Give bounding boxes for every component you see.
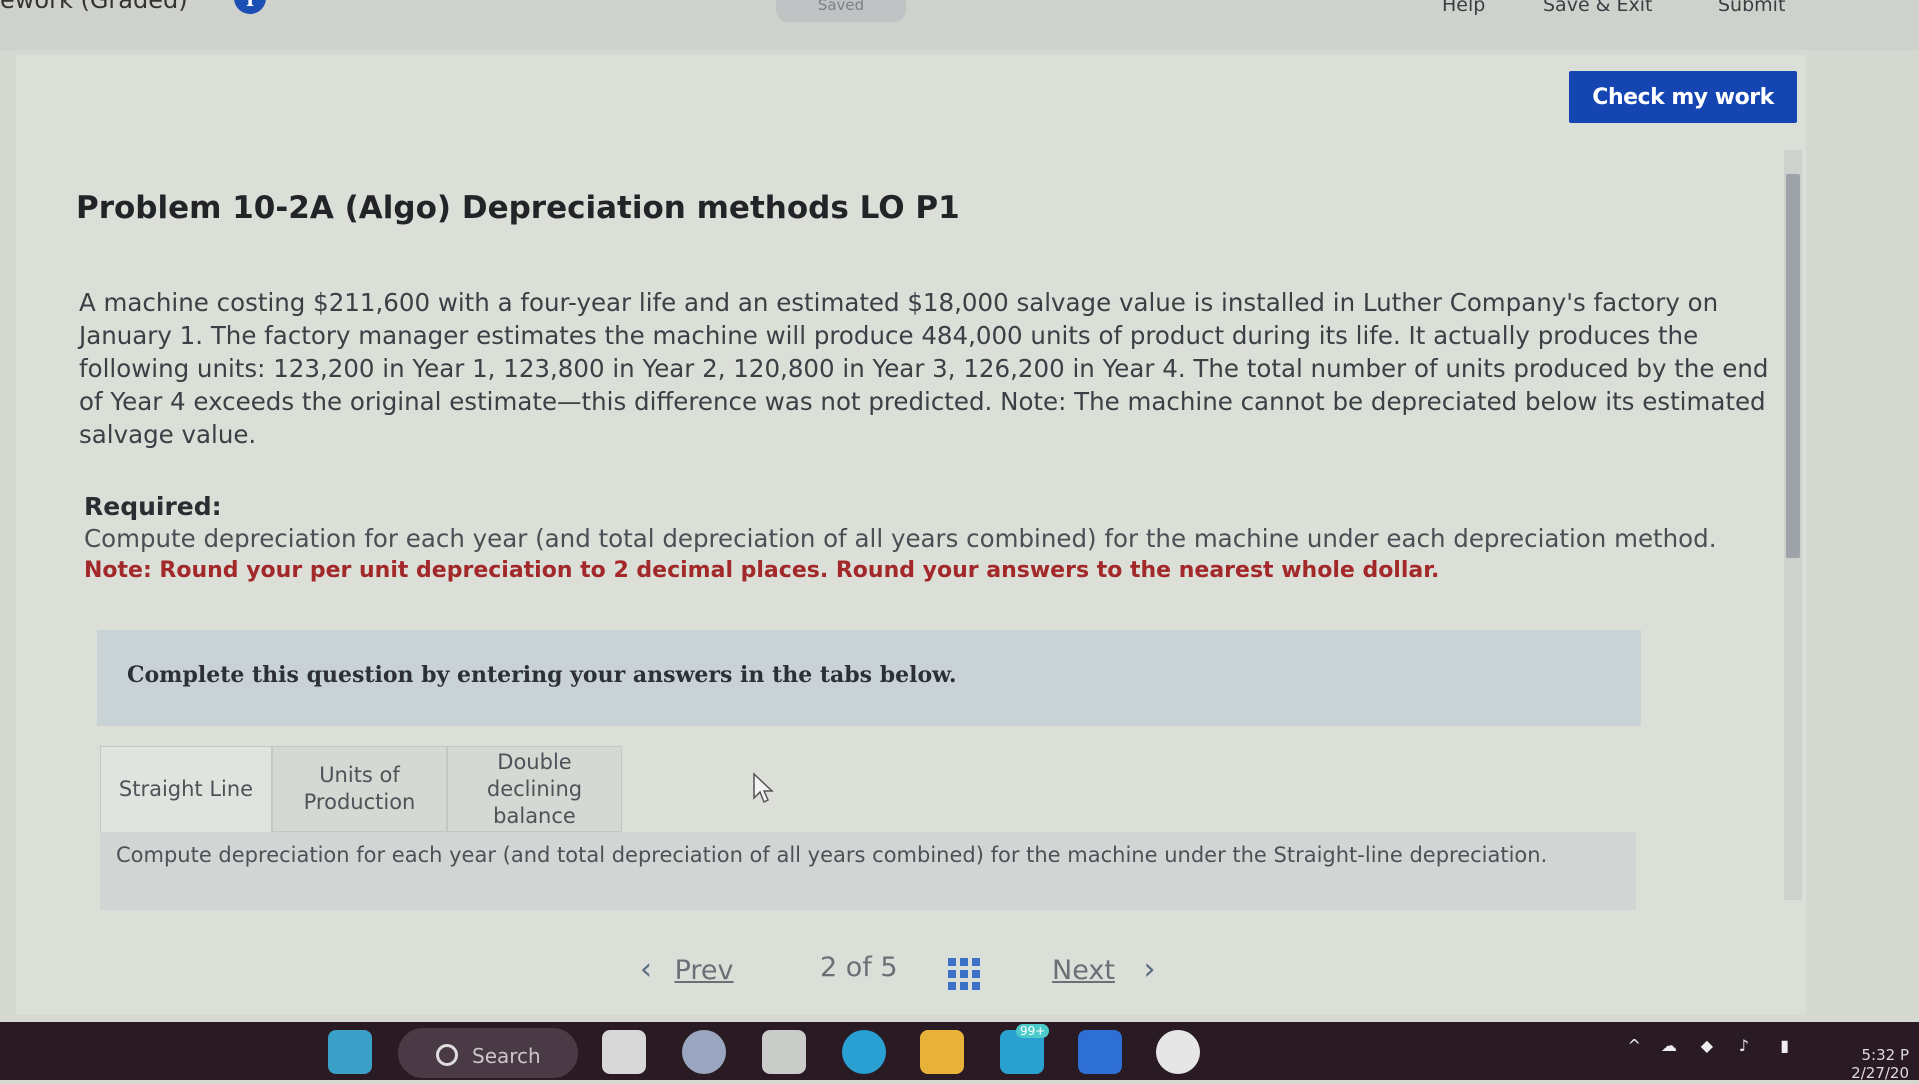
chevron-right-icon: › — [1143, 952, 1156, 987]
tab-units-of-production[interactable]: Units of Production — [272, 746, 447, 832]
required-label: Required: — [84, 492, 222, 521]
check-my-work-button[interactable]: Check my work — [1569, 71, 1797, 123]
file-explorer-icon[interactable] — [602, 1030, 646, 1074]
store-icon[interactable] — [1078, 1030, 1122, 1074]
calendar-icon[interactable] — [762, 1030, 806, 1074]
prev-label: Prev — [674, 955, 734, 986]
top-bar: ework (Graded) i Saved Help Save & Exit … — [0, 0, 1919, 50]
mouse-cursor-icon — [753, 772, 774, 804]
prev-button[interactable]: ‹ Prev — [640, 952, 734, 987]
instructions-banner: Complete this question by entering your … — [97, 630, 1641, 726]
app-icon[interactable] — [682, 1030, 726, 1074]
scrollbar[interactable] — [1784, 150, 1802, 900]
grid-icon[interactable] — [948, 958, 980, 990]
tab-double-declining-balance[interactable]: Double declining balance — [447, 746, 622, 832]
taskbar-search[interactable]: Search — [398, 1028, 578, 1078]
help-link[interactable]: Help — [1442, 0, 1485, 16]
page-count: 2 of 5 — [820, 952, 898, 983]
search-icon — [436, 1044, 458, 1066]
required-text: Compute depreciation for each year (and … — [84, 524, 1717, 553]
tab-straight-line[interactable]: Straight Line — [100, 746, 272, 832]
edge-browser-icon[interactable] — [842, 1030, 886, 1074]
chevron-left-icon: ‹ — [640, 952, 652, 987]
clock-time: 5:32 P — [1861, 1046, 1910, 1064]
mail-icon[interactable]: 99+ — [1000, 1024, 1050, 1074]
scrollbar-thumb[interactable] — [1786, 174, 1800, 558]
info-icon[interactable]: i — [234, 0, 266, 14]
battery-icon[interactable]: ▮ — [1780, 1036, 1789, 1055]
clock-date: 2/27/20 — [1851, 1064, 1909, 1082]
notification-badge: 99+ — [1016, 1024, 1050, 1038]
folder-icon[interactable] — [920, 1030, 964, 1074]
next-button[interactable]: Next › — [1052, 952, 1156, 987]
taskbar: Search 99+ ^ ☁ ◆ ♪ ▮ 5:32 P 2/27/20 — [0, 1022, 1919, 1082]
chrome-icon[interactable] — [1156, 1030, 1200, 1074]
save-exit-link[interactable]: Save & Exit — [1543, 0, 1653, 16]
windows-start-icon[interactable] — [328, 1030, 372, 1074]
cloud-icon[interactable]: ☁ — [1661, 1036, 1677, 1055]
volume-icon[interactable]: ♪ — [1739, 1036, 1749, 1055]
clock[interactable]: 5:32 P 2/27/20 — [1851, 1046, 1909, 1082]
required-note: Note: Round your per unit depreciation t… — [84, 558, 1440, 583]
saved-status: Saved — [776, 0, 906, 22]
tab-label: Units of Production — [303, 763, 416, 814]
next-label: Next — [1052, 955, 1115, 986]
tab-label: Straight Line — [118, 777, 254, 801]
taskbar-search-label: Search — [472, 1044, 541, 1068]
tab-label: Double declining balance — [486, 749, 583, 828]
wifi-icon[interactable]: ◆ — [1701, 1036, 1713, 1055]
instructions-text: Complete this question by entering your … — [127, 662, 957, 688]
problem-text: A machine costing $211,600 with a four-y… — [79, 288, 1769, 449]
submit-link[interactable]: Submit — [1718, 0, 1785, 16]
chevron-up-icon[interactable]: ^ — [1628, 1036, 1641, 1055]
tab-panel: Compute depreciation for each year (and … — [100, 832, 1636, 910]
tab-panel-text: Compute depreciation for each year (and … — [116, 843, 1548, 867]
assignment-title: ework (Graded) — [0, 0, 188, 14]
page-title: Problem 10-2A (Algo) Depreciation method… — [76, 190, 960, 226]
